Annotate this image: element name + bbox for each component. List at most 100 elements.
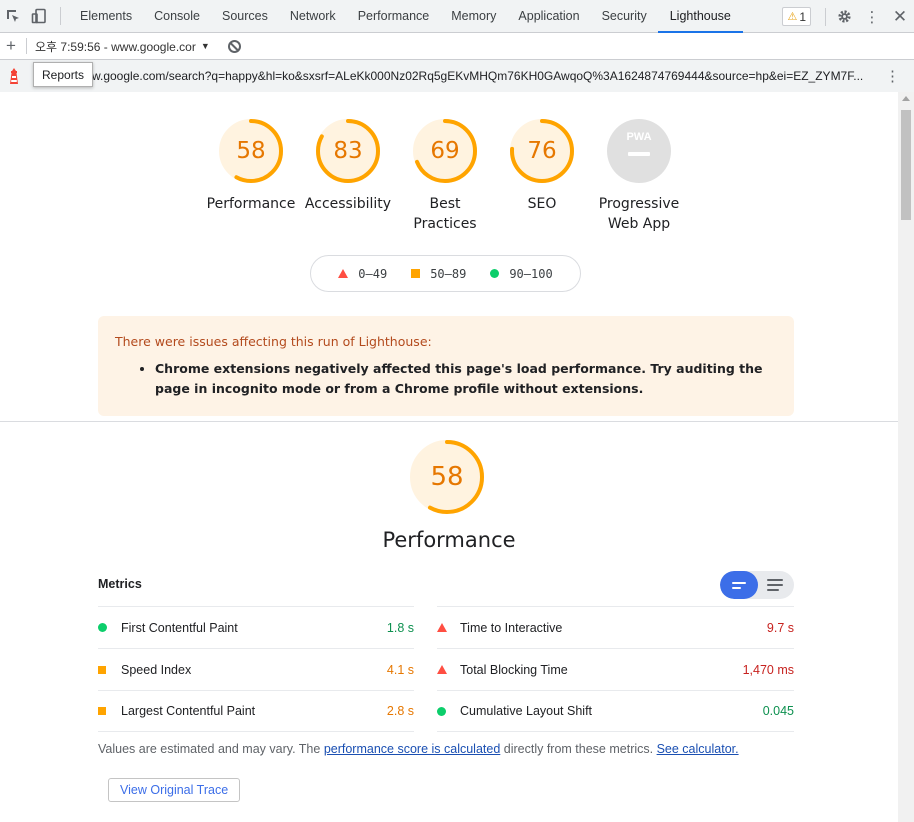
new-report-plus-icon[interactable]: + xyxy=(0,36,22,56)
metric-value: 9.7 s xyxy=(766,620,794,635)
tabbar-separator-right xyxy=(825,7,826,26)
gauge-performance-label: Performance xyxy=(206,196,296,212)
metric-value: 0.045 xyxy=(762,704,794,718)
gauge-accessibility-ring: 83 xyxy=(298,118,398,184)
metrics-column-left: First Contentful Paint 1.8 s Speed Index… xyxy=(98,606,414,732)
gauge-best-practices-ring: 69 xyxy=(395,118,495,184)
gauge-pwa-ring: PWA xyxy=(589,118,689,184)
performance-category-gauge: 58 xyxy=(409,439,485,515)
metrics-note: Values are estimated and may vary. The p… xyxy=(98,742,739,756)
inspect-element-icon[interactable] xyxy=(0,0,26,33)
gauge-best-practices-score: 69 xyxy=(430,138,460,164)
legend-pass-circle-icon xyxy=(490,267,500,281)
section-divider xyxy=(0,421,898,422)
warning-icon: ⚠ xyxy=(787,11,798,23)
legend-pass: 90–100 xyxy=(490,266,553,281)
tab-performance[interactable]: Performance xyxy=(347,0,441,33)
metric-value: 1.8 s xyxy=(386,620,414,635)
metric-value: 2.8 s xyxy=(386,704,414,718)
metric-cumulative-layout-shift: Cumulative Layout Shift 0.045 xyxy=(437,690,794,732)
fail-triangle-icon xyxy=(437,665,460,674)
average-square-icon xyxy=(98,707,121,715)
report-scrollbar[interactable] xyxy=(898,92,914,822)
lighthouse-logo-icon xyxy=(0,68,28,84)
run-warning-item: Chrome extensions negatively affected th… xyxy=(155,359,777,399)
tab-console[interactable]: Console xyxy=(143,0,211,33)
metric-value: 1,470 ms xyxy=(742,662,794,677)
tab-sources[interactable]: Sources xyxy=(211,0,279,33)
pass-circle-icon xyxy=(98,623,121,632)
settings-gear-icon[interactable] xyxy=(830,0,858,33)
tab-application[interactable]: Application xyxy=(507,0,590,33)
scroll-up-arrow-icon[interactable] xyxy=(902,96,910,101)
tab-elements[interactable]: Elements xyxy=(69,0,143,33)
tab-security[interactable]: Security xyxy=(591,0,658,33)
expanded-view-icon[interactable] xyxy=(756,571,794,599)
metric-name: Speed Index xyxy=(121,662,192,677)
more-options-icon[interactable]: ⋮ xyxy=(858,0,886,33)
gauge-best-practices[interactable]: 69 Best Practices xyxy=(395,118,495,234)
metrics-note-prefix: Values are estimated and may vary. The xyxy=(98,742,324,756)
average-square-icon xyxy=(98,665,121,674)
view-original-trace-button[interactable]: View Original Trace xyxy=(108,778,241,802)
close-devtools-icon[interactable]: ✕ xyxy=(886,0,914,33)
gauge-performance[interactable]: 58 Performance xyxy=(201,118,301,214)
compact-view-icon[interactable] xyxy=(720,571,758,599)
tab-network[interactable]: Network xyxy=(279,0,347,33)
tab-lighthouse[interactable]: Lighthouse xyxy=(657,0,744,33)
legend-average-range: 50–89 xyxy=(430,266,467,281)
audited-url-text: w.google.com/search?q=happy&hl=ko&sxsrf=… xyxy=(92,69,864,83)
performance-category-title: Performance xyxy=(382,528,516,552)
clear-reports-icon[interactable] xyxy=(227,39,241,53)
pass-circle-icon xyxy=(437,706,460,716)
gauge-pwa[interactable]: PWA Progressive Web App xyxy=(589,118,689,234)
metric-name: Total Blocking Time xyxy=(460,662,568,677)
warnings-count: 1 xyxy=(799,9,806,24)
score-calculated-link[interactable]: performance score is calculated xyxy=(324,742,500,756)
see-calculator-link[interactable]: See calculator. xyxy=(657,742,739,756)
metric-name: Cumulative Layout Shift xyxy=(460,704,593,718)
gauge-pwa-label: Progressive Web App xyxy=(598,196,680,232)
gauge-accessibility[interactable]: 83 Accessibility xyxy=(298,118,398,214)
lighthouse-report: 58 Performance 83 Accessibility 69 Best … xyxy=(0,92,898,822)
fail-triangle-icon xyxy=(437,623,460,632)
gauge-performance-score: 58 xyxy=(236,138,266,164)
gauge-seo-label: SEO xyxy=(527,196,557,212)
metric-total-blocking-time: Total Blocking Time 1,470 ms xyxy=(437,648,794,690)
report-menu-icon[interactable]: ⋮ xyxy=(885,67,900,85)
run-warnings-list: Chrome extensions negatively affected th… xyxy=(155,359,777,399)
devtools-tabbar: Elements Console Sources Network Perform… xyxy=(0,0,914,33)
metrics-column-right: Time to Interactive 9.7 s Total Blocking… xyxy=(437,606,794,732)
pwa-badge-text: PWA xyxy=(626,131,651,143)
tab-memory[interactable]: Memory xyxy=(440,0,507,33)
gauge-accessibility-label: Accessibility xyxy=(304,196,392,212)
audited-url-bar: w.google.com/search?q=happy&hl=ko&sxsrf=… xyxy=(0,60,914,92)
score-gauges: 58 Performance 83 Accessibility 69 Best … xyxy=(0,118,898,248)
report-select-dropdown[interactable]: 오후 7:59:56 - www.google.cor ▼ xyxy=(35,38,210,55)
metric-name: First Contentful Paint xyxy=(121,620,238,635)
gauge-best-practices-label: Best Practices xyxy=(413,196,477,232)
gauge-accessibility-score: 83 xyxy=(333,138,363,164)
metric-speed-index: Speed Index 4.1 s xyxy=(98,648,414,690)
reportbar-separator xyxy=(26,38,27,54)
device-toolbar-icon[interactable] xyxy=(26,0,52,33)
legend-fail: 0–49 xyxy=(338,267,387,281)
metric-first-contentful-paint: First Contentful Paint 1.8 s xyxy=(98,606,414,648)
gauge-seo[interactable]: 76 SEO xyxy=(492,118,592,214)
metric-name: Time to Interactive xyxy=(460,620,563,635)
gauge-performance-ring: 58 xyxy=(201,118,301,184)
legend-average: 50–89 xyxy=(411,267,466,281)
metric-value: 4.1 s xyxy=(386,662,414,677)
metric-largest-contentful-paint: Largest Contentful Paint 2.8 s xyxy=(98,690,414,732)
run-warnings-box: There were issues affecting this run of … xyxy=(98,316,794,416)
warnings-badge[interactable]: ⚠ 1 xyxy=(782,7,811,26)
scrollbar-thumb[interactable] xyxy=(901,110,911,220)
performance-category-score: 58 xyxy=(430,462,464,492)
score-scale-legend: 0–49 50–89 90–100 xyxy=(310,255,581,292)
legend-pass-range: 90–100 xyxy=(509,266,553,281)
metrics-view-toggle[interactable] xyxy=(720,571,794,599)
metrics-title: Metrics xyxy=(98,577,142,591)
legend-average-square-icon xyxy=(411,267,421,281)
legend-fail-range: 0–49 xyxy=(358,266,388,281)
metrics-header: Metrics xyxy=(98,569,794,601)
